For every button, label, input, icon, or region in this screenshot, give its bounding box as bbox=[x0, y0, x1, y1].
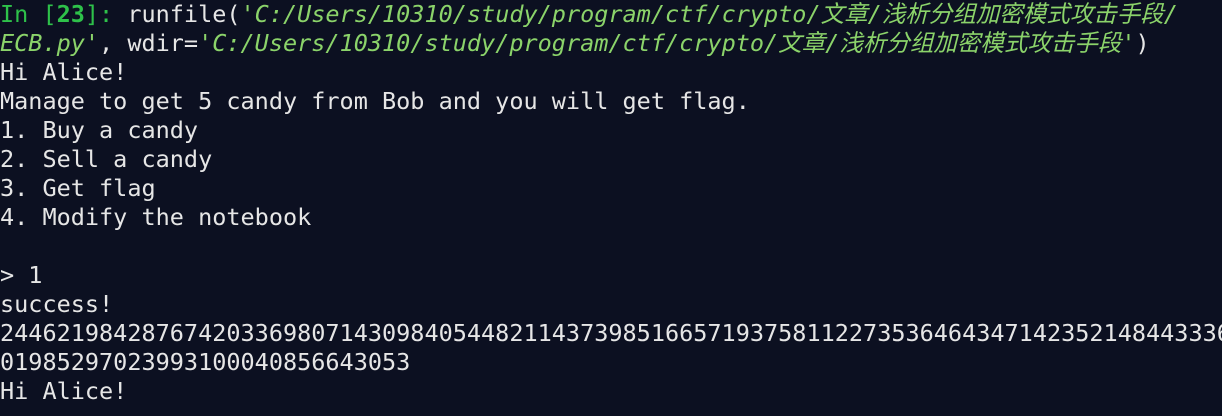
output-line: 1. Buy a candy bbox=[0, 116, 199, 144]
input-prompt-close: ]: bbox=[84, 0, 128, 28]
output-line-number: 2446219842876742033698071430984054482114… bbox=[0, 319, 1222, 347]
console-output-panel: In [23]: runfile('C:/Users/10310/study/p… bbox=[0, 0, 1222, 416]
output-line: 4. Modify the notebook bbox=[0, 203, 312, 231]
output-line: success! bbox=[0, 290, 114, 318]
output-line: 3. Get flag bbox=[0, 174, 156, 202]
filename-argument-part2: ECB.py' bbox=[0, 29, 100, 57]
wdir-keyword: , wdir= bbox=[99, 29, 199, 57]
output-line-blank bbox=[0, 232, 1222, 261]
output-line: Hi Alice! bbox=[0, 58, 128, 86]
input-prompt-number: 23 bbox=[56, 0, 85, 28]
output-line: > 1 bbox=[0, 261, 43, 289]
input-line-1: In [23]: runfile('C:/Users/10310/study/p… bbox=[0, 0, 1222, 29]
filename-argument-part1: 'C:/Users/10310/study/program/ctf/crypto… bbox=[240, 0, 1178, 28]
output-line: Manage to get 5 candy from Bob and you w… bbox=[0, 87, 750, 115]
input-line-2: ECB.py', wdir='C:/Users/10310/study/prog… bbox=[0, 29, 1222, 58]
output-line-number: 01985297023993100040856643053 bbox=[0, 348, 411, 376]
function-call-open: runfile( bbox=[127, 0, 241, 28]
output-line: Hi Alice! bbox=[0, 377, 128, 405]
wdir-argument: 'C:/Users/10310/study/program/ctf/crypto… bbox=[198, 29, 1136, 57]
output-line: 2. Sell a candy bbox=[0, 145, 213, 173]
input-prompt-label: In [ bbox=[0, 0, 57, 28]
function-call-close: ) bbox=[1135, 29, 1150, 57]
